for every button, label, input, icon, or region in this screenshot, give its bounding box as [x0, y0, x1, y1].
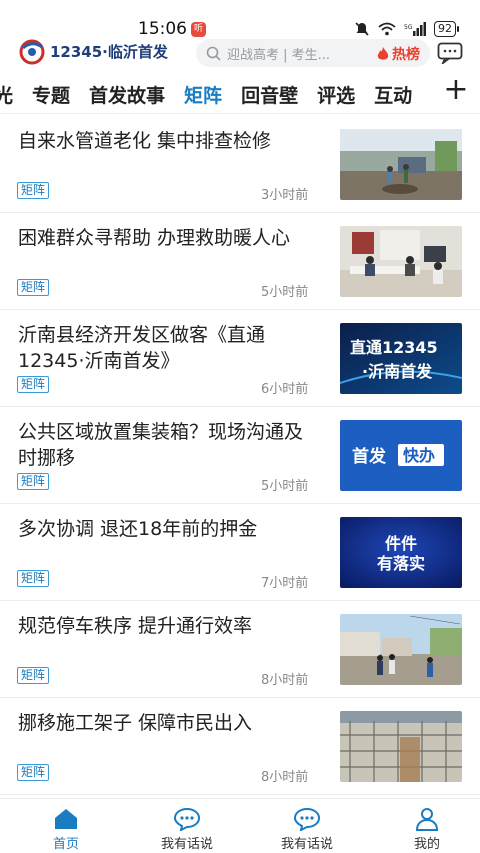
nav-mine[interactable]: 我的	[377, 807, 477, 852]
thumb-text-line1: 件件	[385, 534, 417, 553]
list-item[interactable]: 挪移施工架子 保障市民出入 矩阵 8小时前	[0, 698, 480, 795]
list-item[interactable]: 规范停车秩序 提升通行效率 矩阵 8小时前	[0, 601, 480, 698]
item-time: 6小时前	[261, 382, 309, 397]
item-thumbnail	[340, 226, 462, 297]
thumb-text-line1: 首发	[352, 446, 387, 467]
channel-tabs: 光 专题 首发故事 矩阵 回音壁 评选 互动 +	[0, 72, 480, 114]
item-thumbnail: 件件 有落实	[340, 517, 462, 588]
hot-list-button[interactable]: 热榜	[377, 44, 420, 64]
thumb-text-line2: ·沂南首发	[362, 362, 433, 381]
status-time: 15:06	[138, 19, 187, 39]
home-icon	[55, 809, 77, 829]
hot-list-label: 热榜	[392, 47, 420, 63]
flame-icon	[377, 46, 389, 60]
item-time: 7小时前	[261, 576, 309, 591]
thumb-text-line1: 直通12345	[350, 338, 438, 357]
app-title: 12345·临沂首发	[50, 43, 168, 61]
item-thumbnail	[340, 711, 462, 782]
item-title: 规范停车秩序 提升通行效率	[18, 615, 253, 637]
nav-speak-1-label: 我有话说	[160, 837, 213, 852]
item-tag: 矩阵	[17, 376, 50, 393]
wifi-icon	[378, 22, 396, 36]
item-time: 8小时前	[261, 770, 309, 785]
svg-text:5G: 5G	[404, 24, 413, 31]
thumb-text-line2: 有落实	[377, 554, 425, 573]
search-placeholder: 迎战高考 | 考生...	[227, 47, 331, 63]
item-title: 自来水管道老化 集中排查检修	[18, 130, 272, 152]
tab-juzhen[interactable]: 矩阵	[184, 81, 222, 108]
logo-icon	[19, 39, 45, 65]
item-thumbnail	[340, 614, 462, 685]
app-header: 12345·临沂首发 迎战高考 | 考生... 热榜	[0, 38, 480, 68]
item-title: 困难群众寻帮助 办理救助暖人心	[18, 227, 291, 249]
nav-home-label: 首页	[52, 837, 79, 852]
tab-guang[interactable]: 光	[0, 81, 13, 108]
add-channel-button[interactable]: +	[440, 72, 472, 113]
nav-speak-2[interactable]: 我有话说	[257, 807, 357, 852]
tab-huiyinbi[interactable]: 回音壁	[241, 81, 298, 108]
mute-icon	[355, 22, 369, 36]
item-title: 公共区域放置集装箱？现场沟通及时挪移	[18, 421, 304, 469]
item-tag: 矩阵	[17, 667, 50, 684]
list-item[interactable]: 沂南县经济开发区做客《直通12345·沂南首发》 矩阵 6小时前 直通12345…	[0, 310, 480, 407]
item-tag: 矩阵	[17, 279, 50, 296]
list-item[interactable]: 自来水管道老化 集中排查检修 矩阵 3小时前	[0, 116, 480, 213]
item-thumbnail: 直通12345 ·沂南首发	[340, 323, 462, 394]
nav-mine-label: 我的	[413, 837, 440, 852]
item-thumbnail: 首发 快办	[340, 420, 462, 491]
bottom-nav: 首页 我有话说 我有话说 我的	[0, 798, 480, 853]
signal-icon: 5G	[404, 22, 426, 36]
thumb-text-line2: 快办	[403, 446, 435, 465]
item-tag: 矩阵	[17, 182, 50, 199]
tab-hudong[interactable]: 互动	[374, 81, 412, 108]
status-bar: 15:06 听 5G 92	[0, 0, 480, 39]
search-icon	[206, 46, 221, 61]
list-item[interactable]: 困难群众寻帮助 办理救助暖人心 矩阵 5小时前	[0, 213, 480, 310]
status-right-icons: 5G 92	[354, 21, 459, 37]
tab-pingxuan[interactable]: 评选	[317, 81, 355, 108]
item-time: 5小时前	[261, 479, 309, 494]
item-title: 沂南县经济开发区做客《直通12345·沂南首发》	[18, 324, 266, 372]
item-thumbnail	[340, 129, 462, 200]
chat-icon	[173, 807, 201, 831]
notification-badge-icon: 听	[191, 22, 206, 37]
nav-home[interactable]: 首页	[16, 807, 116, 852]
chat-icon	[293, 807, 321, 831]
item-tag: 矩阵	[17, 570, 50, 587]
tabs-fade	[416, 72, 440, 113]
list-item[interactable]: 公共区域放置集装箱？现场沟通及时挪移 矩阵 5小时前 首发 快办	[0, 407, 480, 504]
item-time: 3小时前	[261, 188, 309, 203]
tab-shoufa-gushi[interactable]: 首发故事	[89, 81, 165, 108]
news-list: 自来水管道老化 集中排查检修 矩阵 3小时前 困难群众寻帮助 办理救助暖人心 矩…	[0, 116, 480, 795]
item-tag: 矩阵	[17, 473, 50, 490]
message-icon[interactable]	[437, 42, 463, 64]
tab-zhuanti[interactable]: 专题	[32, 81, 70, 108]
item-time: 5小时前	[261, 285, 309, 300]
item-time: 8小时前	[261, 673, 309, 688]
item-title: 多次协调 退还18年前的押金	[18, 518, 258, 540]
battery-icon: 92	[434, 21, 459, 37]
user-icon	[415, 808, 439, 831]
list-item[interactable]: 多次协调 退还18年前的押金 矩阵 7小时前 件件 有落实	[0, 504, 480, 601]
search-bar[interactable]: 迎战高考 | 考生... 热榜	[196, 39, 430, 67]
item-title: 挪移施工架子 保障市民出入	[18, 712, 253, 734]
nav-speak-2-label: 我有话说	[280, 837, 333, 852]
nav-speak-1[interactable]: 我有话说	[137, 807, 237, 852]
item-tag: 矩阵	[17, 764, 50, 781]
